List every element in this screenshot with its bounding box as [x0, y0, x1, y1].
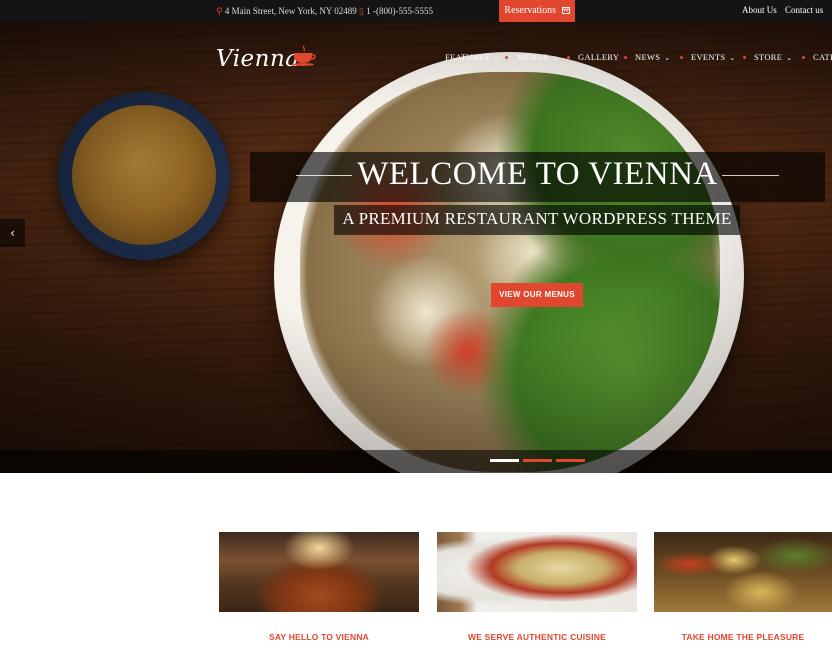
nav-separator-dot: [567, 56, 570, 59]
chevron-left-icon: ‹: [10, 226, 15, 240]
feature-title[interactable]: WE SERVE AUTHENTIC CUISINE: [437, 632, 637, 642]
contact-us-link[interactable]: Contact us: [785, 0, 823, 22]
nav-item-label: GALLERY: [578, 52, 620, 62]
nav-separator-dot: [624, 56, 627, 59]
nav-item-label: STORE: [754, 52, 783, 62]
about-us-link[interactable]: About Us: [742, 0, 777, 22]
nav-separator-dot: [802, 56, 805, 59]
calendar-icon: [561, 7, 570, 14]
chevron-down-icon: ⌄: [786, 54, 793, 62]
coffee-cup-icon: [292, 45, 316, 66]
nav-item-label: EVENTS: [691, 52, 726, 62]
address-text: 4 Main Street, New York, NY 02489: [224, 6, 357, 16]
phone-text[interactable]: 1 -(800)-555-5555: [366, 6, 433, 16]
nav-separator-dot: [505, 56, 508, 59]
phone-icon: ▯: [359, 6, 364, 16]
chevron-down-icon: ⌄: [493, 54, 500, 62]
nav-item-label: NEWS: [635, 52, 661, 62]
site-logo[interactable]: Vienna: [216, 46, 300, 72]
map-pin-icon: ⚲: [216, 6, 223, 16]
nav-separator-dot: [680, 56, 683, 59]
feature-image-pleasure[interactable]: [654, 532, 832, 612]
slider-dot-2[interactable]: [523, 459, 552, 462]
slider-prev-button[interactable]: ‹: [0, 219, 25, 247]
nav-item-features[interactable]: FEATURES ⌄: [445, 52, 500, 62]
nav-item-news[interactable]: NEWS ⌄: [635, 52, 670, 62]
nav-separator-dot: [743, 56, 746, 59]
chevron-down-icon: ⌄: [729, 54, 736, 62]
chevron-down-icon: ⌄: [664, 54, 671, 62]
nav-item-cate[interactable]: CATE: [813, 52, 832, 62]
nav-item-label: CATE: [813, 52, 832, 62]
slider-subheading: A PREMIUM RESTAURANT WORDPRESS THEME: [342, 209, 732, 228]
hero-slider: Vienna FEATURES ⌄ MENUS ⌄ GALLERY NEWS ⌄ EVENTS…: [0, 22, 832, 473]
view-menus-button[interactable]: VIEW OUR MENUS: [491, 283, 583, 307]
reservations-label: Reservations: [504, 5, 557, 16]
feature-image-cuisine[interactable]: [437, 532, 637, 612]
contact-info: ⚲ 4 Main Street, New York, NY 02489 ▯ 1 …: [216, 0, 433, 22]
nav-item-store[interactable]: STORE ⌄: [754, 52, 792, 62]
chevron-down-icon: ⌄: [552, 54, 559, 62]
nav-item-label: MENUS: [517, 52, 549, 62]
reservations-button[interactable]: Reservations: [499, 0, 575, 22]
feature-title[interactable]: TAKE HOME THE PLEASURE: [654, 632, 832, 642]
feature-title[interactable]: SAY HELLO TO VIENNA: [219, 632, 419, 642]
top-bar: ⚲ 4 Main Street, New York, NY 02489 ▯ 1 …: [0, 0, 832, 22]
nav-item-events[interactable]: EVENTS ⌄: [691, 52, 736, 62]
slider-dot-3[interactable]: [556, 459, 585, 462]
nav-item-gallery[interactable]: GALLERY: [578, 52, 619, 62]
nav-item-menus[interactable]: MENUS ⌄: [517, 52, 558, 62]
slider-heading: WELCOME TO VIENNA: [357, 156, 718, 192]
feature-image-restaurant[interactable]: [219, 532, 419, 612]
nav-item-label: FEATURES: [445, 52, 490, 62]
slider-dot-1[interactable]: [490, 459, 519, 462]
